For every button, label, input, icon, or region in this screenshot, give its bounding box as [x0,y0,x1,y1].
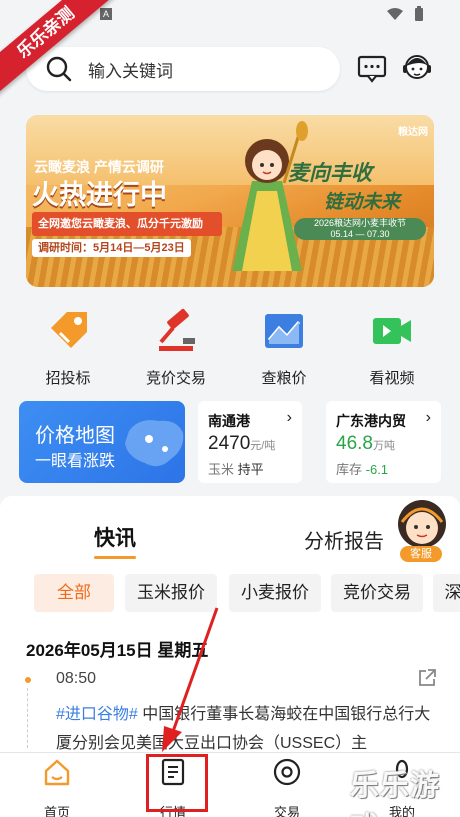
card-price-value: 2470 [208,433,251,454]
banner-festival-name: 2026粮达网小麦丰收节 [313,218,407,228]
message-icon[interactable] [357,55,387,83]
search-input[interactable]: 输入关键词 [88,57,173,82]
card-price: 46.8万吨 [336,433,395,455]
share-icon[interactable] [417,668,437,688]
tab-analysis-report[interactable]: 分析报告 [304,525,384,554]
card-sub: 库存 -6.1 [336,459,388,478]
customer-service-float[interactable]: 客服 [390,496,454,566]
banner-title: 火热进行中 [32,180,167,210]
wifi-icon [387,8,403,20]
timeline-line [27,688,28,748]
tab-underline [94,556,136,559]
search-bar[interactable]: 输入关键词 [26,47,340,91]
quick-action-grain-price[interactable]: 查粮价 [239,300,329,388]
card-sub-label: 玉米 [208,462,235,477]
quick-action-label: 招投标 [45,370,91,387]
chart-icon [265,314,303,348]
banner-dates: 调研时间：5月14日—5月23日 [32,239,191,257]
timeline-dot [25,677,31,683]
tab-label: 快讯 [94,527,136,550]
card-sub-label: 库存 [336,462,363,477]
nav-home[interactable]: 首页 [27,757,87,817]
chip-auction[interactable]: 竞价交易 [331,574,423,612]
battery-icon [415,6,423,21]
card-sub: 玉米 持平 [208,459,264,478]
chip-all[interactable]: 全部 [34,574,114,612]
a-icon: A [100,8,112,20]
nav-trade[interactable]: 交易 [257,757,317,817]
chip-more[interactable]: 深 [433,574,460,612]
news-item[interactable]: #进口谷物# 中国银行董事长葛海蛟在中国银行总行大厦分别会见美国大豆出口协会（U… [56,700,446,758]
tag-icon [51,312,87,348]
banner-right-sub: 2026粮达网小麦丰收节 05.14 — 07.30 [294,218,426,240]
price-map-card[interactable]: 价格地图 一眼看涨跌 [19,401,185,483]
news-time: 08:50 [56,670,97,687]
watermark-bottom: 乐乐游戏 [350,770,441,817]
chip-corn-price[interactable]: 玉米报价 [125,574,217,612]
quick-action-label: 看视频 [369,370,415,387]
banner-pill: 全网邀您云瞰麦浪、瓜分千元激励 [32,212,222,236]
home-icon [44,759,70,786]
news-date: 2026年05月15日 星期五 [26,641,209,660]
quick-action-label: 竞价交易 [145,370,206,387]
card-price-unit: 万吨 [372,440,395,452]
search-icon [46,56,72,82]
banner-girl-illustration [232,121,308,271]
gavel-icon [159,308,195,351]
quick-action-video[interactable]: 看视频 [347,300,437,388]
chevron-right-icon: › [286,409,292,426]
china-map-icon [125,420,184,467]
quick-action-auction[interactable]: 竞价交易 [131,300,221,388]
quick-action-bidding[interactable]: 招投标 [23,300,113,388]
banner-right-title-1: 麦向丰收 [288,162,372,185]
card-price-value: 46.8 [336,433,373,454]
promo-banner[interactable]: 粮达网 云瞰麦浪 产情云调研 火热进行中 全网邀您云瞰麦浪、瓜分千元激励 调研时… [26,115,434,287]
chip-wheat-price[interactable]: 小麦报价 [229,574,321,612]
banner-right-title-2: 链动未来 [324,192,401,213]
news-panel: 快讯 分析报告 客服 全部 玉米报价 小麦报价 竞价交易 深 2026年05月1… [0,496,460,756]
chevron-right-icon: › [425,409,431,426]
card-sub-value: 持平 [237,462,264,477]
quick-action-label: 查粮价 [261,370,307,387]
quick-actions: 招投标 竞价交易 查粮价 看视频 [0,300,460,390]
card-price-unit: 元/吨 [250,440,276,452]
banner-festival-dates: 05.14 — 07.30 [330,229,390,239]
card-price: 2470元/吨 [208,433,275,455]
filter-chips: 全部 玉米报价 小麦报价 竞价交易 深 [34,574,460,612]
card-name: 广东港内贸 [336,413,406,429]
nav-label: 首页 [43,805,70,817]
price-map-subtitle: 一眼看涨跌 [35,453,116,470]
nav-label: 交易 [273,805,300,817]
card-sub-value: -6.1 [365,462,389,477]
video-icon [373,318,411,344]
highlight-box [146,754,208,812]
card-name: 南通港 [208,413,250,429]
banner-logo: 粮达网 [398,127,428,138]
price-map-title: 价格地图 [35,425,115,447]
trade-icon [273,758,301,786]
port-card-nantong[interactable]: 南通港 › 2470元/吨 玉米 持平 [198,401,302,483]
customer-service-icon[interactable] [401,52,433,86]
news-tag[interactable]: #进口谷物# [56,706,138,723]
customer-service-label: 客服 [400,546,442,562]
port-card-guangdong[interactable]: 广东港内贸 › 46.8万吨 库存 -6.1 [326,401,441,483]
tab-flash-news[interactable]: 快讯 [94,522,136,559]
